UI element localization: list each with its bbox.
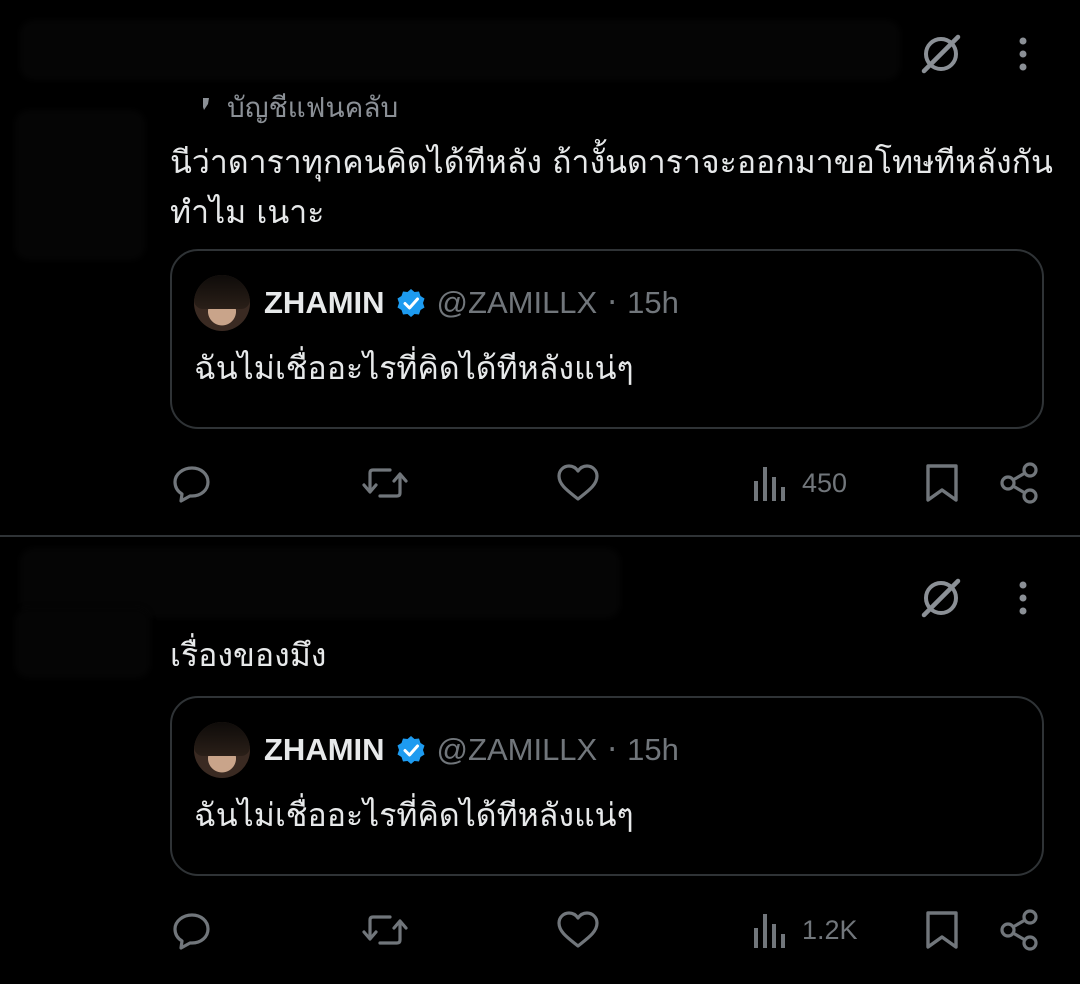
more-options-button[interactable]	[1008, 572, 1038, 624]
like-icon	[557, 911, 599, 948]
quoted-post-time[interactable]: 15h	[627, 285, 679, 321]
reply-icon	[173, 913, 210, 950]
verified-badge-icon	[397, 736, 425, 764]
reply-button[interactable]	[170, 900, 214, 960]
grok-icon	[921, 578, 961, 618]
share-icon	[1000, 909, 1038, 951]
grok-button[interactable]	[915, 28, 967, 80]
quoted-post-header: ZHAMIN @ZAMILLX · 15h	[194, 720, 679, 780]
post-text: เรื่องของมึง	[170, 630, 1060, 680]
views-count: 450	[802, 467, 848, 498]
like-icon	[557, 464, 599, 501]
post-text: นีว่าดาราทุกคนคิดได้ทีหลัง ถ้างั้นดาราจะ…	[170, 137, 1060, 237]
social-context[interactable]: บัญชีแฟนคลับ	[195, 90, 398, 126]
share-icon	[1000, 462, 1038, 504]
more-options-button[interactable]	[1008, 28, 1038, 80]
more-vertical-icon	[1019, 581, 1027, 615]
views-button[interactable]: 1.2K	[752, 900, 858, 960]
pin-icon	[203, 98, 209, 110]
views-button[interactable]: 450	[752, 453, 847, 513]
grok-button[interactable]	[915, 572, 967, 624]
quoted-post-time[interactable]: 15h	[627, 732, 679, 768]
reply-icon	[173, 466, 210, 503]
separator-dot: ·	[607, 732, 618, 768]
repost-button[interactable]	[360, 900, 410, 960]
like-button[interactable]	[555, 453, 601, 513]
quoted-author-handle[interactable]: @ZAMILLX	[437, 732, 598, 768]
quoted-post-text: ฉันไม่เชื่ออะไรที่คิดได้ทีหลังแน่ๆ	[194, 796, 634, 834]
quoted-post-text: ฉันไม่เชื่ออะไรที่คิดได้ทีหลังแน่ๆ	[194, 349, 634, 387]
post-text-line: ทำไม เนาะ	[170, 193, 325, 231]
quoted-author-name[interactable]: ZHAMIN	[264, 732, 385, 768]
views-count: 1.2K	[802, 914, 858, 945]
like-button[interactable]	[555, 900, 601, 960]
bookmark-icon	[926, 464, 958, 502]
views-icon	[754, 467, 785, 501]
reply-button[interactable]	[170, 453, 214, 513]
redacted-avatar	[15, 608, 150, 678]
more-vertical-icon	[1019, 37, 1027, 71]
avatar[interactable]	[194, 722, 250, 778]
quoted-author-name[interactable]: ZHAMIN	[264, 285, 385, 321]
quoted-post-header: ZHAMIN @ZAMILLX · 15h	[194, 273, 679, 333]
avatar[interactable]	[194, 275, 250, 331]
views-icon	[754, 914, 785, 948]
redacted-avatar	[15, 110, 145, 260]
post-text-line: เรื่องของมึง	[170, 636, 327, 674]
bookmark-button[interactable]	[922, 900, 962, 960]
verified-badge-icon	[397, 289, 425, 317]
bookmark-icon	[926, 911, 958, 949]
share-button[interactable]	[998, 900, 1042, 960]
action-bar: 450	[0, 453, 1080, 513]
post-text-line: นีว่าดาราทุกคนคิดได้ทีหลัง ถ้างั้นดาราจะ…	[170, 143, 1053, 181]
repost-icon	[362, 468, 408, 498]
quoted-post[interactable]: ZHAMIN @ZAMILLX · 15h ฉันไม่เชื่ออะไรที่…	[170, 696, 1044, 876]
redacted-header	[20, 20, 900, 80]
repost-button[interactable]	[360, 453, 410, 513]
quoted-author-handle[interactable]: @ZAMILLX	[437, 285, 598, 321]
post[interactable]: เรื่องของมึง ZHAMIN @ZAMILLX · 15h ฉันไม…	[0, 538, 1080, 984]
grok-icon	[921, 34, 961, 74]
bookmark-button[interactable]	[922, 453, 962, 513]
social-context-label: บัญชีแฟนคลับ	[227, 91, 399, 124]
separator-dot: ·	[607, 285, 618, 321]
post[interactable]: บัญชีแฟนคลับ นีว่าดาราทุกคนคิดได้ทีหลัง …	[0, 0, 1080, 536]
post-divider	[0, 535, 1080, 537]
quoted-post[interactable]: ZHAMIN @ZAMILLX · 15h ฉันไม่เชื่ออะไรที่…	[170, 249, 1044, 429]
repost-icon	[362, 915, 408, 945]
share-button[interactable]	[998, 453, 1042, 513]
action-bar: 1.2K	[0, 900, 1080, 960]
